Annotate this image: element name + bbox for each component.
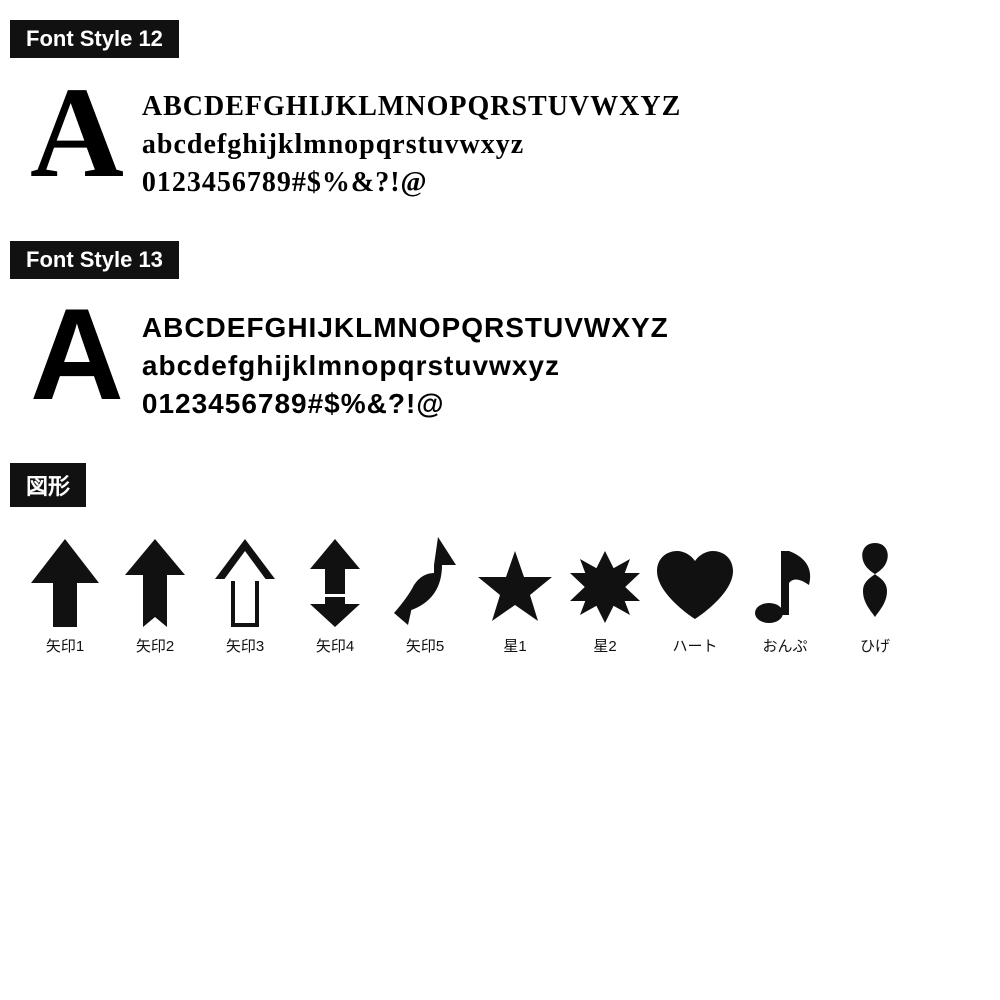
font-style-12-label: Font Style 12 bbox=[10, 20, 179, 58]
arrow4-icon bbox=[310, 537, 360, 627]
font-style-13-section: Font Style 13 A ABCDEFGHIJKLMNOPQRSTUVWX… bbox=[10, 241, 980, 432]
star2-icon bbox=[565, 537, 645, 627]
arrow2-icon bbox=[125, 537, 185, 627]
shape-item-heart: ハート bbox=[650, 537, 740, 656]
shape-label-music: おんぷ bbox=[762, 635, 807, 656]
font-style-13-line3: 0123456789#$%&?!@ bbox=[142, 385, 669, 423]
arrow1-icon bbox=[31, 537, 99, 627]
arrow5-icon bbox=[394, 537, 456, 627]
shapes-grid: 矢印1 矢印2 bbox=[10, 517, 980, 656]
shape-item-star1: 星1 bbox=[470, 537, 560, 656]
shape-item-moustache: ひげ bbox=[830, 537, 920, 656]
shape-label-heart: ハート bbox=[672, 635, 717, 656]
font-style-12-line1: ABCDEFGHIJKLMNOPQRSTUVWXYZ bbox=[142, 88, 681, 126]
shape-item-arrow2: 矢印2 bbox=[110, 537, 200, 656]
moustache-icon bbox=[855, 537, 895, 627]
shape-label-star1: 星1 bbox=[503, 635, 526, 656]
font-style-13-big-letter: A bbox=[30, 289, 124, 419]
shape-item-arrow5: 矢印5 bbox=[380, 537, 470, 656]
shape-item-music: おんぷ bbox=[740, 537, 830, 656]
star1-icon bbox=[475, 537, 555, 627]
font-style-12-line2: abcdefghijklmnopqrstuvwxyz bbox=[142, 126, 681, 164]
font-style-12-big-letter: A bbox=[30, 68, 124, 198]
arrow3-icon bbox=[215, 537, 275, 627]
shape-item-star2: 星2 bbox=[560, 537, 650, 656]
shape-item-arrow4: 矢印4 bbox=[290, 537, 380, 656]
shape-label-arrow4: 矢印4 bbox=[316, 635, 354, 656]
shape-label-moustache: ひげ bbox=[860, 635, 890, 656]
shape-label-arrow1: 矢印1 bbox=[46, 635, 84, 656]
font-style-13-line2: abcdefghijklmnopqrstuvwxyz bbox=[142, 347, 669, 385]
font-style-12-section: Font Style 12 A ABCDEFGHIJKLMNOPQRSTUVWX… bbox=[10, 20, 980, 211]
shape-label-arrow3: 矢印3 bbox=[226, 635, 264, 656]
page: Font Style 12 A ABCDEFGHIJKLMNOPQRSTUVWX… bbox=[0, 0, 1000, 1000]
shapes-section: 図形 矢印1 矢印2 bbox=[10, 463, 980, 656]
shape-item-arrow1: 矢印1 bbox=[20, 537, 110, 656]
heart-icon bbox=[653, 537, 737, 627]
shape-item-arrow3: 矢印3 bbox=[200, 537, 290, 656]
font-style-12-line3: 0123456789#$%&?!@ bbox=[142, 164, 681, 202]
shape-label-star2: 星2 bbox=[593, 635, 616, 656]
font-style-13-line1: ABCDEFGHIJKLMNOPQRSTUVWXYZ bbox=[142, 309, 669, 347]
music-icon bbox=[755, 537, 815, 627]
shapes-label: 図形 bbox=[10, 463, 86, 507]
font-style-12-demo: A ABCDEFGHIJKLMNOPQRSTUVWXYZ abcdefghijk… bbox=[10, 68, 980, 211]
font-style-13-char-lines: ABCDEFGHIJKLMNOPQRSTUVWXYZ abcdefghijklm… bbox=[142, 299, 669, 422]
shape-label-arrow2: 矢印2 bbox=[136, 635, 174, 656]
font-style-12-char-lines: ABCDEFGHIJKLMNOPQRSTUVWXYZ abcdefghijklm… bbox=[142, 78, 681, 201]
shape-label-arrow5: 矢印5 bbox=[406, 635, 444, 656]
font-style-13-label: Font Style 13 bbox=[10, 241, 179, 279]
font-style-13-demo: A ABCDEFGHIJKLMNOPQRSTUVWXYZ abcdefghijk… bbox=[10, 289, 980, 432]
